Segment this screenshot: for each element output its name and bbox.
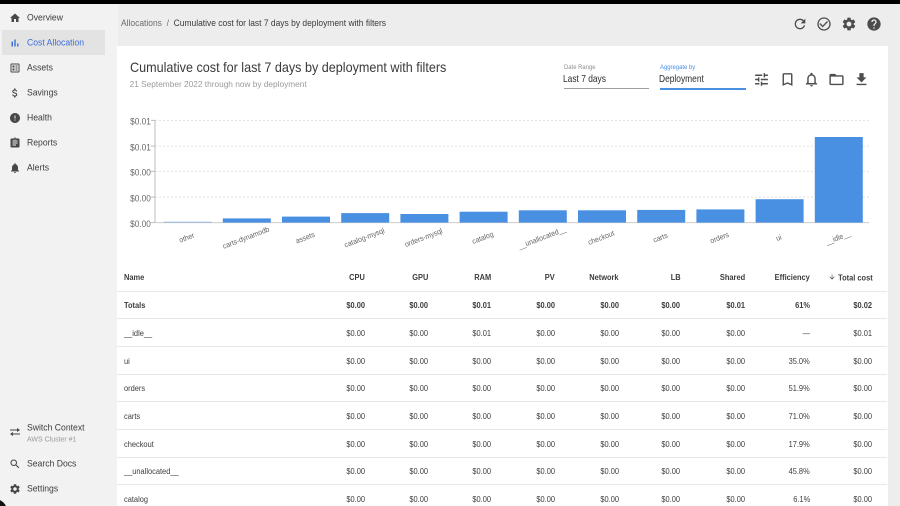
svg-text:orders-mysql: orders-mysql <box>403 226 444 249</box>
svg-text:$0.00: $0.00 <box>130 167 151 177</box>
svg-text:__idle__: __idle__ <box>823 228 852 247</box>
svg-text:__unallocated__: __unallocated__ <box>516 224 568 252</box>
svg-text:assets: assets <box>294 229 316 245</box>
svg-text:$0.01: $0.01 <box>130 116 151 126</box>
svg-text:carts-dynamodb: carts-dynamodb <box>221 224 270 250</box>
svg-text:ui: ui <box>774 232 783 243</box>
svg-text:checkout: checkout <box>587 228 616 247</box>
svg-text:catalog-mysql: catalog-mysql <box>343 225 386 249</box>
svg-text:carts: carts <box>652 230 670 244</box>
svg-text:catalog: catalog <box>471 229 495 246</box>
svg-text:$0.00: $0.00 <box>130 193 151 203</box>
svg-text:other: other <box>178 230 197 245</box>
svg-text:$0.00: $0.00 <box>130 219 151 229</box>
svg-text:$0.01: $0.01 <box>130 142 151 152</box>
svg-text:orders: orders <box>709 230 731 246</box>
